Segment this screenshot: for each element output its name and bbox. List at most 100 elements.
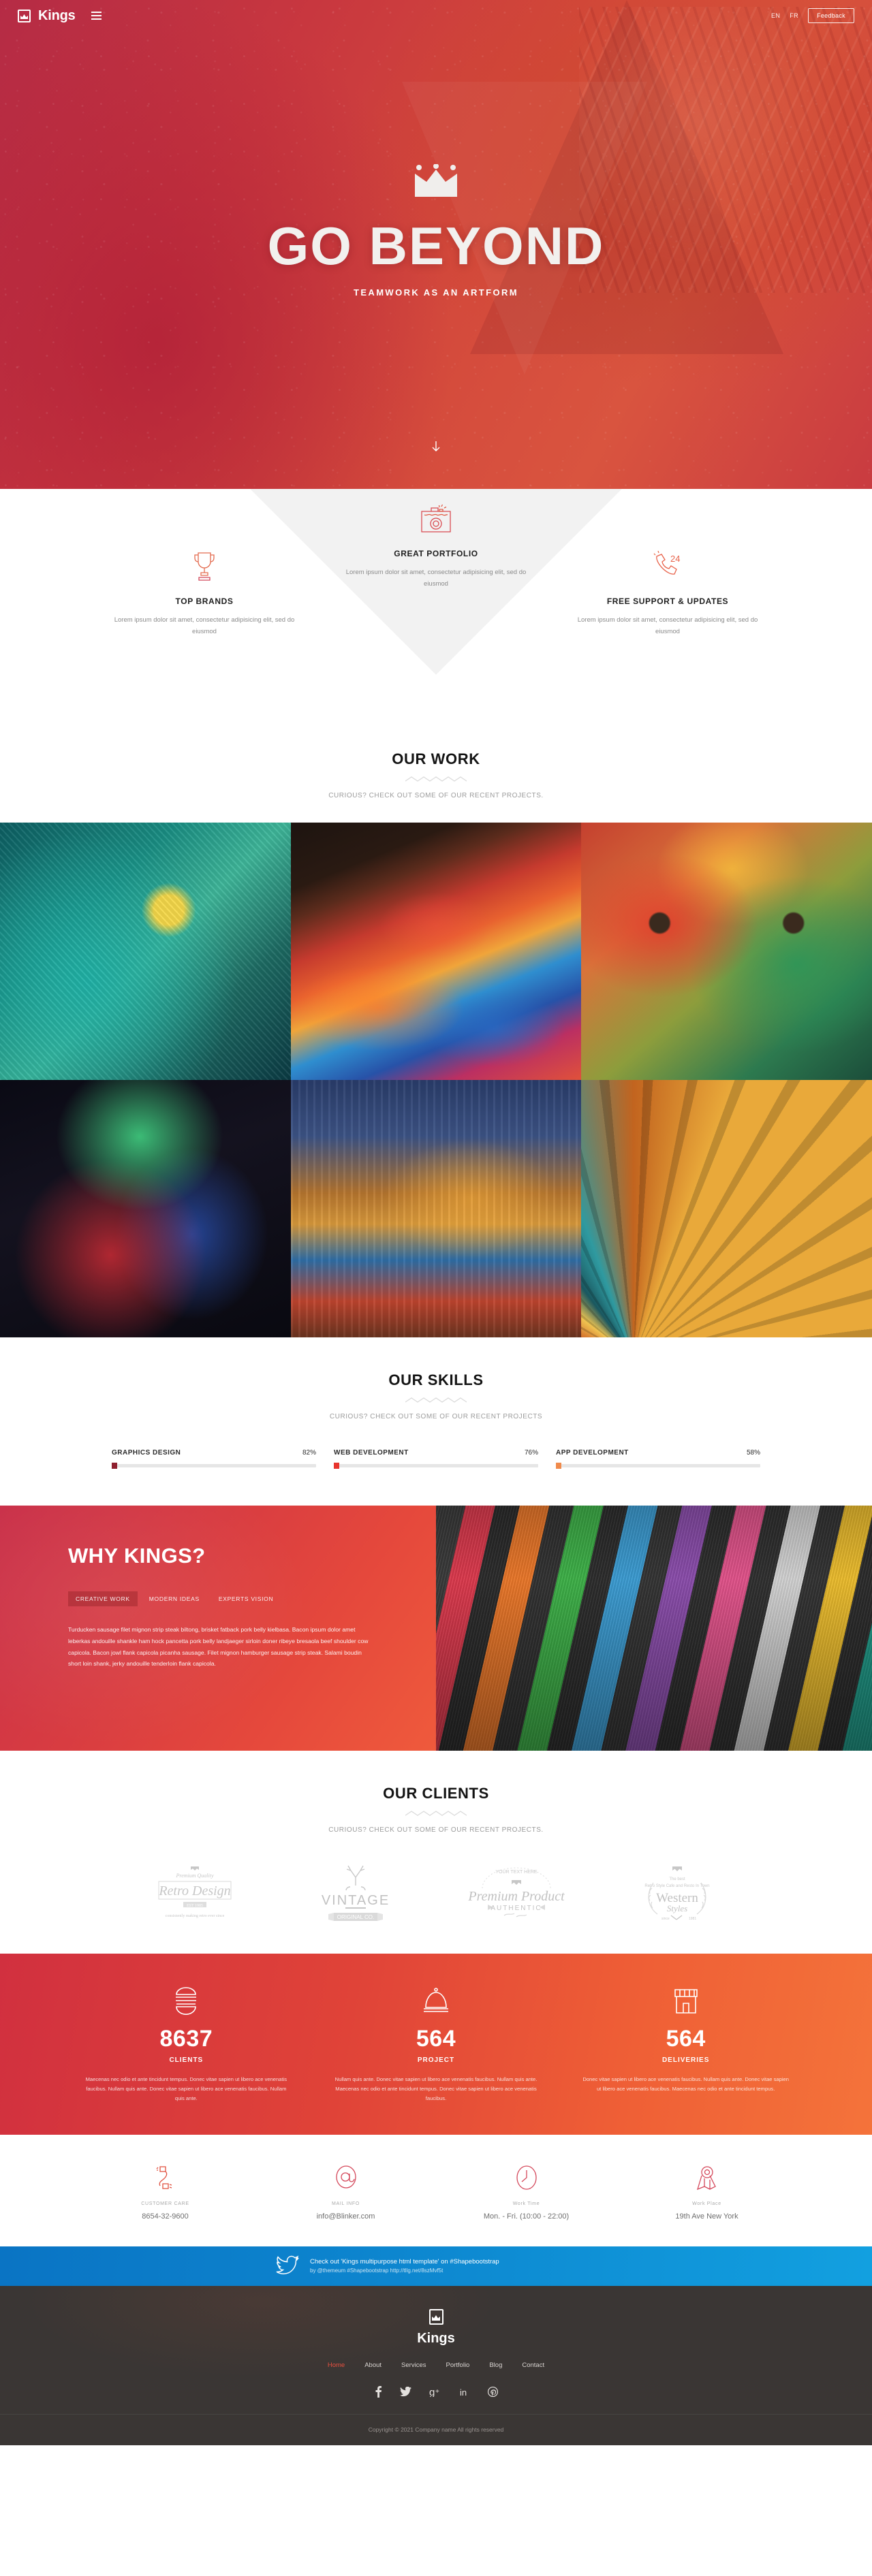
linkedin-icon[interactable]: in — [460, 2387, 470, 2397]
tab-creative-work[interactable]: CREATIVE WORK — [68, 1591, 138, 1606]
phone-24-support-icon: 24 — [570, 546, 766, 587]
feature-great-portfolio: GREAT PORTFOLIO Lorem ipsum dolor sit am… — [320, 498, 552, 637]
twitter-tweet-meta[interactable]: by @themeum #Shapebootstrap http://tllg.… — [310, 2267, 499, 2276]
skill-percent: 76% — [524, 1449, 538, 1457]
footer-nav-about[interactable]: About — [364, 2362, 382, 2369]
section-heading: OUR WORK CURIOUS? CHECK OUT SOME OF OUR … — [0, 750, 872, 799]
twitter-feed-bar: Check out 'Kings multipurpose html templ… — [0, 2246, 872, 2287]
features-section: TOP BRANDS Lorem ipsum dolor sit amet, c… — [0, 489, 872, 730]
brand-logo[interactable]: Kings — [18, 8, 102, 24]
top-right-controls: EN FR Feedback — [771, 8, 854, 23]
feedback-button[interactable]: Feedback — [808, 8, 854, 23]
stats-counter-section: 8637 CLIENTS Maecenas nec odio et ante t… — [0, 1954, 872, 2135]
skill-progress-track — [556, 1463, 760, 1469]
contact-label: CUSTOMER CARE — [141, 2201, 189, 2207]
burger-icon — [82, 1982, 291, 2018]
footer-nav-home[interactable]: Home — [328, 2362, 345, 2369]
our-skills-section: OUR SKILLS CURIOUS? CHECK OUT SOME OF OU… — [0, 1337, 872, 1506]
section-subtitle: CURIOUS? CHECK OUT SOME OF OUR RECENT PR… — [329, 1413, 543, 1420]
contact-customer-care: CUSTOMER CARE 8654-32-9600 — [75, 2162, 255, 2221]
contact-value: 19th Ave New York — [675, 2212, 738, 2221]
portfolio-item-body-paint[interactable] — [0, 1080, 291, 1337]
hamburger-menu-icon[interactable] — [91, 12, 102, 20]
pinterest-icon[interactable] — [487, 2386, 498, 2397]
svg-text:since: since — [661, 1917, 670, 1921]
feature-text: Lorem ipsum dolor sit amet, consectetur … — [114, 616, 295, 635]
portfolio-grid — [0, 823, 872, 1337]
landing-page: Kings EN FR Feedback GO BEYOND TEAMWORK … — [0, 0, 872, 2446]
skill-progress-knob — [334, 1463, 339, 1469]
stat-text: Donec vitae sapien ut libero ace venenat… — [582, 2076, 790, 2093]
footer-nav-blog[interactable]: Blog — [489, 2362, 502, 2369]
stat-label: PROJECT — [417, 2056, 455, 2064]
lang-fr-link[interactable]: FR — [790, 12, 798, 19]
feature-title: GREAT PORTFOLIO — [394, 549, 478, 558]
skill-name: APP DEVELOPMENT — [556, 1449, 629, 1457]
cloche-icon — [332, 1982, 541, 2018]
lang-en-link[interactable]: EN — [771, 12, 780, 19]
zigzag-divider — [405, 1811, 467, 1816]
contact-mail-info: MAIL INFO info@Blinker.com — [255, 2162, 436, 2221]
stat-deliveries: 564 DELIVERIES Donec vitae sapien ut lib… — [561, 1982, 811, 2103]
footer-copyright: Copyright © 2021 Company name All rights… — [0, 2414, 872, 2445]
stat-text: Nullam quis ante. Donec vitae sapien ut … — [334, 2076, 538, 2102]
crown-icon — [414, 163, 458, 202]
svg-text:consistently making retro ever: consistently making retro ever since — [166, 1914, 225, 1918]
tab-modern-ideas[interactable]: MODERN IDEAS — [142, 1591, 207, 1606]
client-logo-premium-product[interactable]: YOUR TEXT HERE Premium Product AUTHENTIC — [452, 1861, 581, 1924]
clock-icon — [448, 2162, 604, 2193]
feature-title: TOP BRANDS — [175, 597, 234, 606]
why-kings-content: WHY KINGS? CREATIVE WORK MODERN IDEAS EX… — [0, 1506, 436, 1751]
footer-nav-services[interactable]: Services — [401, 2362, 426, 2369]
svg-text:1981: 1981 — [689, 1917, 696, 1921]
client-logo-vintage[interactable]: VINTAGE ORIGINAL CO. — [291, 1861, 420, 1924]
stat-number: 564 — [666, 2026, 706, 2052]
svg-text:Styles: Styles — [667, 1903, 687, 1913]
why-kings-title: WHY KINGS? — [68, 1544, 206, 1568]
skill-web-development: WEB DEVELOPMENT 76% — [334, 1449, 538, 1469]
our-work-section: OUR WORK CURIOUS? CHECK OUT SOME OF OUR … — [0, 730, 872, 823]
section-title: OUR SKILLS — [388, 1371, 484, 1388]
portfolio-item-paint[interactable] — [290, 823, 582, 1080]
portfolio-item-color-fan[interactable] — [581, 1080, 872, 1337]
svg-text:Premium Product: Premium Product — [467, 1889, 565, 1904]
portfolio-item-face-paint[interactable] — [581, 823, 872, 1080]
section-heading: OUR CLIENTS CURIOUS? CHECK OUT SOME OF O… — [0, 1785, 872, 1834]
twitter-icon[interactable] — [399, 2386, 411, 2397]
our-clients-section: OUR CLIENTS CURIOUS? CHECK OUT SOME OF O… — [0, 1751, 872, 1954]
section-subtitle: CURIOUS? CHECK OUT SOME OF OUR RECENT PR… — [328, 792, 544, 799]
svg-text:YOUR TEXT HERE: YOUR TEXT HERE — [495, 1870, 538, 1875]
skill-percent: 58% — [746, 1449, 760, 1457]
google-plus-icon[interactable]: g + — [429, 2387, 442, 2397]
twitter-tweet-text: Check out 'Kings multipurpose html templ… — [310, 2257, 499, 2265]
phone-cord-icon — [87, 2162, 243, 2193]
feature-text: Lorem ipsum dolor sit amet, consectetur … — [345, 569, 527, 588]
contact-label: Work Time — [512, 2201, 540, 2207]
svg-text:VINTAGE: VINTAGE — [322, 1893, 390, 1908]
tab-experts-vision[interactable]: EXPERTS VISION — [211, 1591, 281, 1606]
scroll-down-arrow-icon[interactable] — [431, 441, 441, 456]
contact-work-place: Work Place 19th Ave New York — [617, 2162, 797, 2221]
stat-number: 8637 — [159, 2026, 213, 2052]
footer-nav-portfolio[interactable]: Portfolio — [446, 2362, 469, 2369]
portfolio-item-city-collage[interactable] — [290, 1080, 582, 1337]
stat-clients: 8637 CLIENTS Maecenas nec odio et ante t… — [61, 1982, 311, 2103]
footer: Kings Home About Services Portfolio Blog… — [0, 2286, 872, 2446]
stat-project: 564 PROJECT Nullam quis ante. Donec vita… — [311, 1982, 561, 2103]
svg-text:in: in — [460, 2387, 467, 2397]
stat-number: 564 — [416, 2026, 456, 2052]
skill-progress-knob — [556, 1463, 561, 1469]
contact-value[interactable]: info@Blinker.com — [268, 2212, 424, 2221]
contact-value[interactable]: 8654-32-9600 — [87, 2212, 243, 2221]
portfolio-item-lizard[interactable] — [0, 823, 291, 1080]
client-logo-western-styles[interactable]: The best Retro Style Cafe and Resto In T… — [612, 1861, 742, 1924]
facebook-icon[interactable] — [375, 2385, 382, 2398]
feature-free-support: 24 FREE SUPPORT & UPDATES Lorem ipsum do… — [552, 546, 783, 637]
svg-text:EST 1985: EST 1985 — [187, 1904, 203, 1908]
crown-in-box-icon[interactable] — [429, 2309, 443, 2325]
footer-navigation: Home About Services Portfolio Blog Conta… — [0, 2362, 872, 2369]
footer-nav-contact[interactable]: Contact — [522, 2362, 544, 2369]
client-logo-retro-design[interactable]: Premium Quality Retro Design EST 1985 co… — [130, 1861, 260, 1924]
crown-in-box-icon — [18, 9, 31, 22]
brand-name: Kings — [38, 7, 76, 23]
